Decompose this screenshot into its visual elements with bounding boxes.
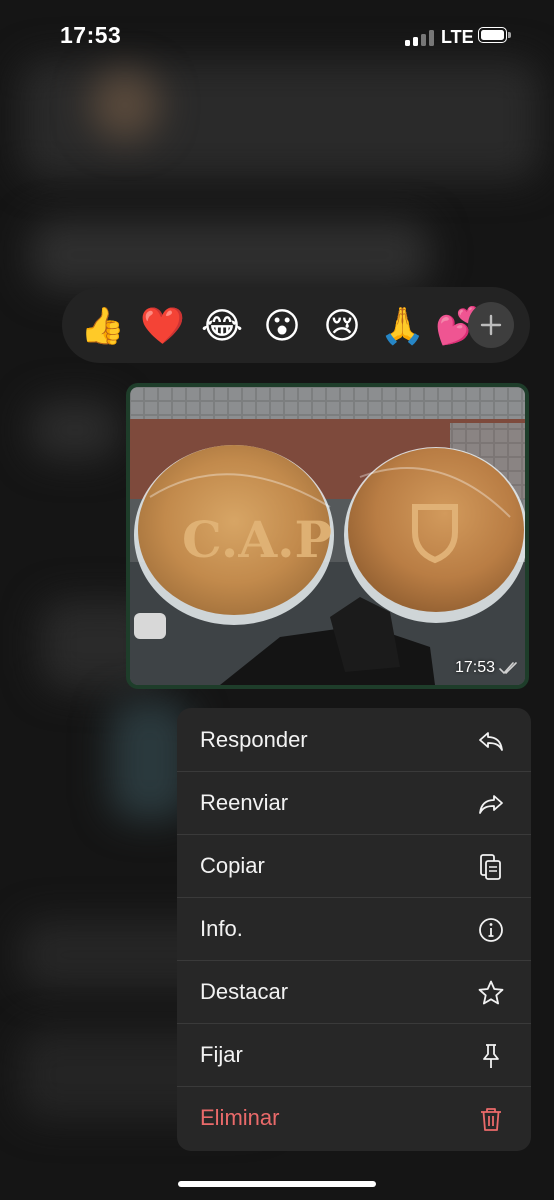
pies-photo: C.A.P xyxy=(130,387,525,685)
menu-item-forward[interactable]: Reenviar xyxy=(177,771,531,834)
info-icon xyxy=(479,918,503,942)
status-time: 17:53 xyxy=(60,22,122,48)
menu-item-label: Reenviar xyxy=(200,790,289,815)
menu-item-label: Responder xyxy=(200,727,308,752)
menu-item-star[interactable]: Destacar xyxy=(177,960,531,1023)
star-icon xyxy=(478,980,504,1005)
home-indicator[interactable] xyxy=(178,1181,376,1187)
menu-item-label: Info. xyxy=(200,916,243,941)
reaction-thumbs-up[interactable]: 👍 xyxy=(80,305,125,349)
message-photo[interactable]: C.A.P 17:53 xyxy=(130,387,525,685)
menu-item-delete[interactable]: Eliminar xyxy=(177,1086,531,1149)
reaction-surprised[interactable]: 😮 xyxy=(260,305,304,349)
forward-icon xyxy=(479,795,503,814)
menu-item-info[interactable]: Info. xyxy=(177,897,531,960)
reply-icon xyxy=(479,732,503,751)
message-timestamp: 17:53 xyxy=(455,659,519,677)
plus-icon xyxy=(480,314,502,336)
image-message[interactable]: C.A.P 17:53 xyxy=(126,383,529,689)
network-label: LTE xyxy=(441,27,474,47)
menu-item-reply[interactable]: Responder xyxy=(177,708,531,771)
message-time: 17:53 xyxy=(454,659,495,676)
reaction-heart[interactable]: ❤️ xyxy=(140,305,185,349)
status-bar: 17:53 LTE xyxy=(0,0,554,72)
double-check-icon xyxy=(499,662,517,675)
trash-icon xyxy=(481,1108,501,1131)
reaction-crying[interactable]: 😢 xyxy=(320,305,364,349)
signal-icon xyxy=(405,30,435,46)
reaction-laughing[interactable]: 😂 xyxy=(200,305,244,349)
copy-icon xyxy=(480,854,501,880)
more-reactions-button[interactable] xyxy=(468,302,514,348)
context-menu: Responder Reenviar Copiar Info. Destacar xyxy=(177,708,531,1151)
menu-item-label: Destacar xyxy=(200,979,289,1004)
menu-item-label: Copiar xyxy=(200,853,265,878)
menu-item-label: Fijar xyxy=(200,1042,243,1067)
menu-item-pin[interactable]: Fijar xyxy=(177,1023,531,1086)
reaction-bar: 👍 ❤️ 😂 😮 😢 🙏 💕 xyxy=(62,287,530,363)
menu-item-copy[interactable]: Copiar xyxy=(177,834,531,897)
menu-item-label: Eliminar xyxy=(200,1105,280,1130)
reaction-pray[interactable]: 🙏 xyxy=(380,305,425,349)
battery-icon xyxy=(478,27,512,45)
svg-text:C.A.P: C.A.P xyxy=(182,510,332,569)
pin-icon xyxy=(483,1044,499,1068)
